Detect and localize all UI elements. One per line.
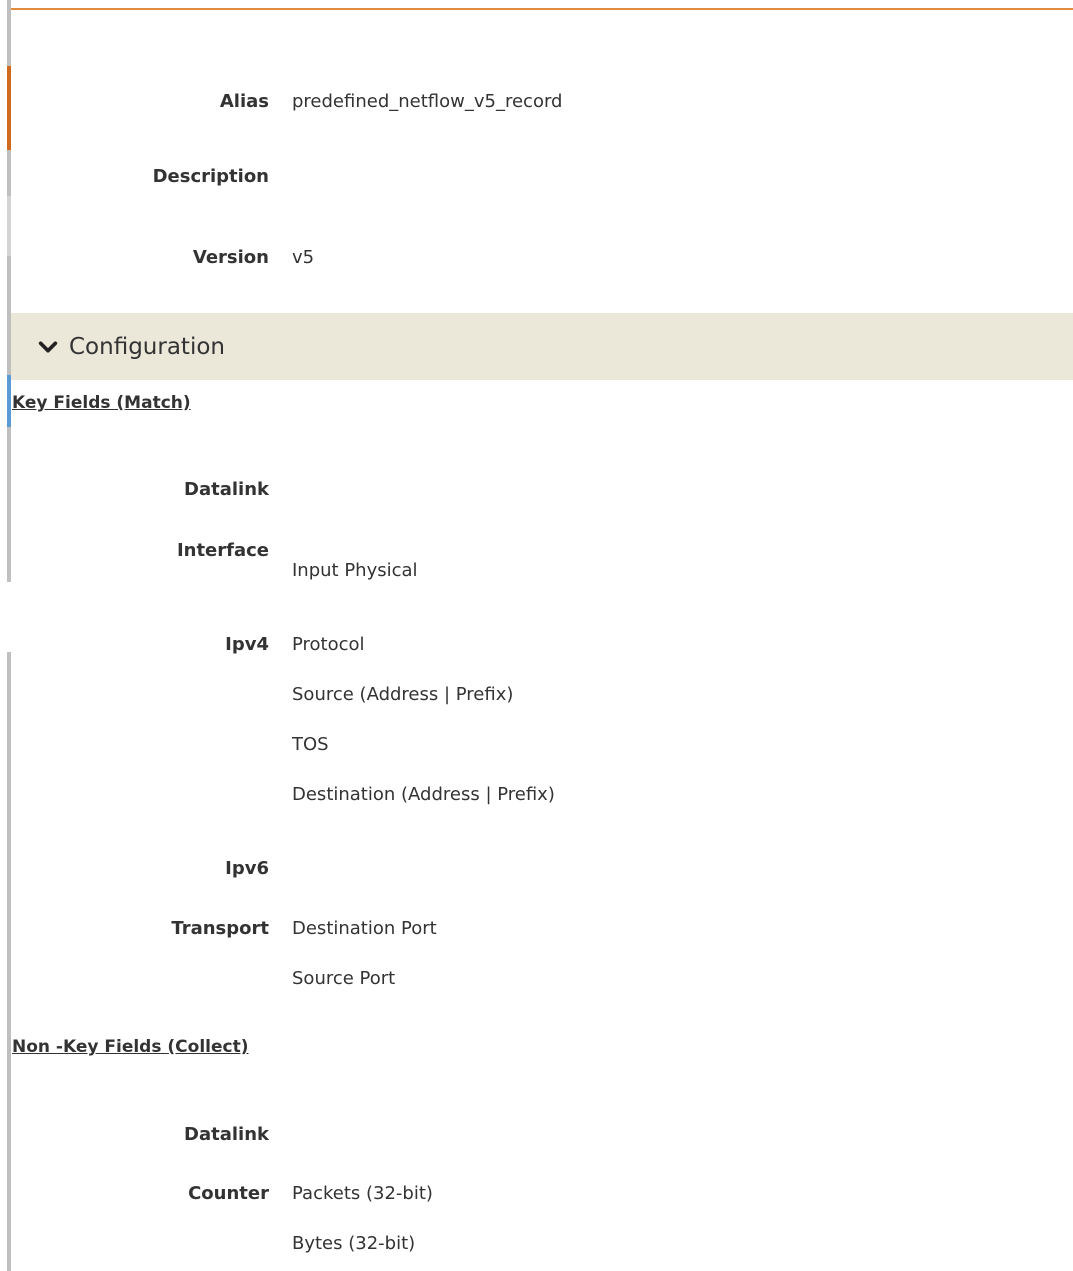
chevron-down-icon — [38, 341, 58, 352]
ipv4-label: Ipv4 — [225, 634, 269, 655]
counter-label: Counter — [188, 1183, 269, 1204]
top-accent-line — [10, 8, 1073, 10]
counter-value: Bytes (32-bit) — [292, 1233, 416, 1254]
non-key-fields-heading: Non -Key Fields (Collect) — [12, 1037, 249, 1057]
key-datalink-label: Datalink — [184, 479, 269, 500]
configuration-title: Configuration — [69, 333, 225, 360]
transport-value: Source Port — [292, 968, 396, 989]
version-value: v5 — [292, 247, 315, 268]
record-detail-panel: Alias predefined_netflow_v5_record Descr… — [0, 0, 1073, 1271]
left-edge-segment — [7, 196, 11, 256]
counter-value: Packets (32-bit) — [292, 1183, 433, 1204]
left-edge-gap — [7, 582, 11, 652]
left-edge-active-marker — [7, 66, 11, 150]
alias-value: predefined_netflow_v5_record — [292, 91, 563, 112]
left-edge-blue-marker — [7, 375, 11, 427]
ipv4-value: TOS — [292, 734, 329, 755]
ipv4-value: Source (Address | Prefix) — [292, 684, 514, 705]
alias-label: Alias — [219, 91, 269, 112]
nonkey-datalink-label: Datalink — [184, 1124, 269, 1145]
ipv4-value: Destination (Address | Prefix) — [292, 784, 555, 805]
configuration-section-toggle[interactable]: Configuration — [11, 313, 1073, 380]
interface-value: Input Physical — [292, 560, 418, 581]
ipv4-value: Protocol — [292, 634, 365, 655]
description-label: Description — [152, 166, 269, 187]
ipv6-label: Ipv6 — [225, 858, 269, 879]
interface-label: Interface — [176, 540, 269, 561]
key-fields-heading: Key Fields (Match) — [12, 393, 191, 413]
transport-value: Destination Port — [292, 918, 437, 939]
version-label: Version — [192, 247, 269, 268]
transport-label: Transport — [171, 918, 269, 939]
